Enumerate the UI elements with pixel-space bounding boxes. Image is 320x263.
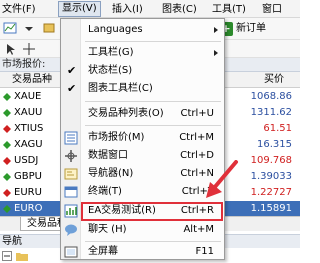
menu-insert[interactable]: 插入(I) (112, 3, 143, 16)
column-ask[interactable]: 买价 (264, 72, 284, 88)
fullscreen-icon (64, 246, 78, 258)
row-ask: 109.768 (250, 155, 292, 166)
market-watch-icon (64, 131, 78, 145)
row-symbol: EURO (14, 203, 43, 214)
price-up-icon (3, 109, 11, 117)
menu-item-status-bar[interactable]: ✔ 状态栏(S) (61, 62, 224, 80)
price-up-icon (3, 173, 11, 181)
row-symbol: XAUE (14, 91, 42, 102)
menu-separator (85, 101, 221, 102)
tree-expand-icon[interactable] (2, 251, 12, 261)
row-symbol: EURU (14, 187, 42, 198)
row-symbol: GBPU (14, 171, 42, 182)
menu-separator (85, 241, 221, 242)
price-up-icon (3, 205, 11, 213)
menu-item-languages[interactable]: Languages (61, 21, 224, 39)
chat-icon (65, 224, 77, 236)
menu-bar: 文件(F) 显示(V) 插入(I) 图表(C) 工具(T) 窗口 (0, 0, 300, 18)
row-ask: 16.315 (257, 139, 292, 150)
submenu-arrow-icon (214, 50, 218, 56)
crosshair-icon[interactable] (22, 42, 36, 56)
highlight-box (81, 202, 223, 221)
column-symbol[interactable]: 交易品种 (12, 72, 52, 88)
row-ask: 1.15891 (250, 203, 292, 214)
price-down-icon (3, 189, 11, 197)
new-order-label: 新订单 (236, 23, 266, 34)
new-order-button[interactable]: + 新订单 (218, 20, 266, 38)
menu-file[interactable]: 文件(F) (2, 3, 36, 16)
menu-item-market-watch[interactable]: 市场报价(M) Ctrl+M (61, 129, 224, 147)
price-down-icon (3, 125, 11, 133)
row-ask: 1.22727 (250, 187, 292, 198)
dropdown-arrow-icon[interactable] (22, 21, 36, 35)
price-down-icon (3, 157, 11, 165)
annotation-arrow-icon (206, 160, 238, 198)
submenu-arrow-icon (214, 27, 218, 33)
price-up-icon (3, 93, 11, 101)
menu-separator (85, 125, 221, 126)
row-ask: 61.51 (263, 123, 292, 134)
view-menu-dropdown: Languages 工具栏(G) ✔ 状态栏(S) ✔ 图表工具栏(C) 交易品… (60, 18, 225, 260)
menu-tools[interactable]: 工具(T) (212, 3, 246, 16)
data-window-icon (65, 150, 77, 162)
row-ask: 1068.86 (250, 91, 292, 102)
terminal-icon (64, 186, 78, 198)
checkmark-icon: ✔ (67, 64, 77, 77)
menu-item-toolbars[interactable]: 工具栏(G) (61, 44, 224, 62)
price-up-icon (3, 141, 11, 149)
row-symbol: XTIUS (14, 123, 44, 134)
row-symbol: USDJ (14, 155, 39, 166)
checkmark-icon: ✔ (67, 82, 77, 95)
menu-item-chat[interactable]: 聊天 (H) Alt+M (61, 221, 224, 239)
row-symbol: XAGU (14, 139, 43, 150)
profile-icon[interactable] (42, 21, 56, 35)
menu-item-chart-toolbar[interactable]: ✔ 图表工具栏(C) (61, 80, 224, 98)
row-ask: 1.39033 (250, 171, 292, 182)
row-ask: 1311.62 (250, 107, 292, 118)
strategy-tester-icon (64, 204, 78, 218)
menu-separator (85, 41, 221, 42)
menu-chart[interactable]: 图表(C) (162, 3, 197, 16)
folder-icon (16, 253, 28, 261)
menu-view[interactable]: 显示(V) (58, 1, 101, 17)
menu-item-symbols[interactable]: 交易品种列表(O) Ctrl+U (61, 105, 224, 123)
cursor-icon[interactable] (3, 42, 17, 56)
menu-window[interactable]: 窗口 (262, 3, 282, 16)
row-symbol: XAUU (14, 107, 43, 118)
menu-item-fullscreen[interactable]: 全屏幕 F11 (61, 243, 224, 261)
new-chart-icon[interactable] (3, 21, 17, 35)
navigator-icon (64, 168, 78, 180)
